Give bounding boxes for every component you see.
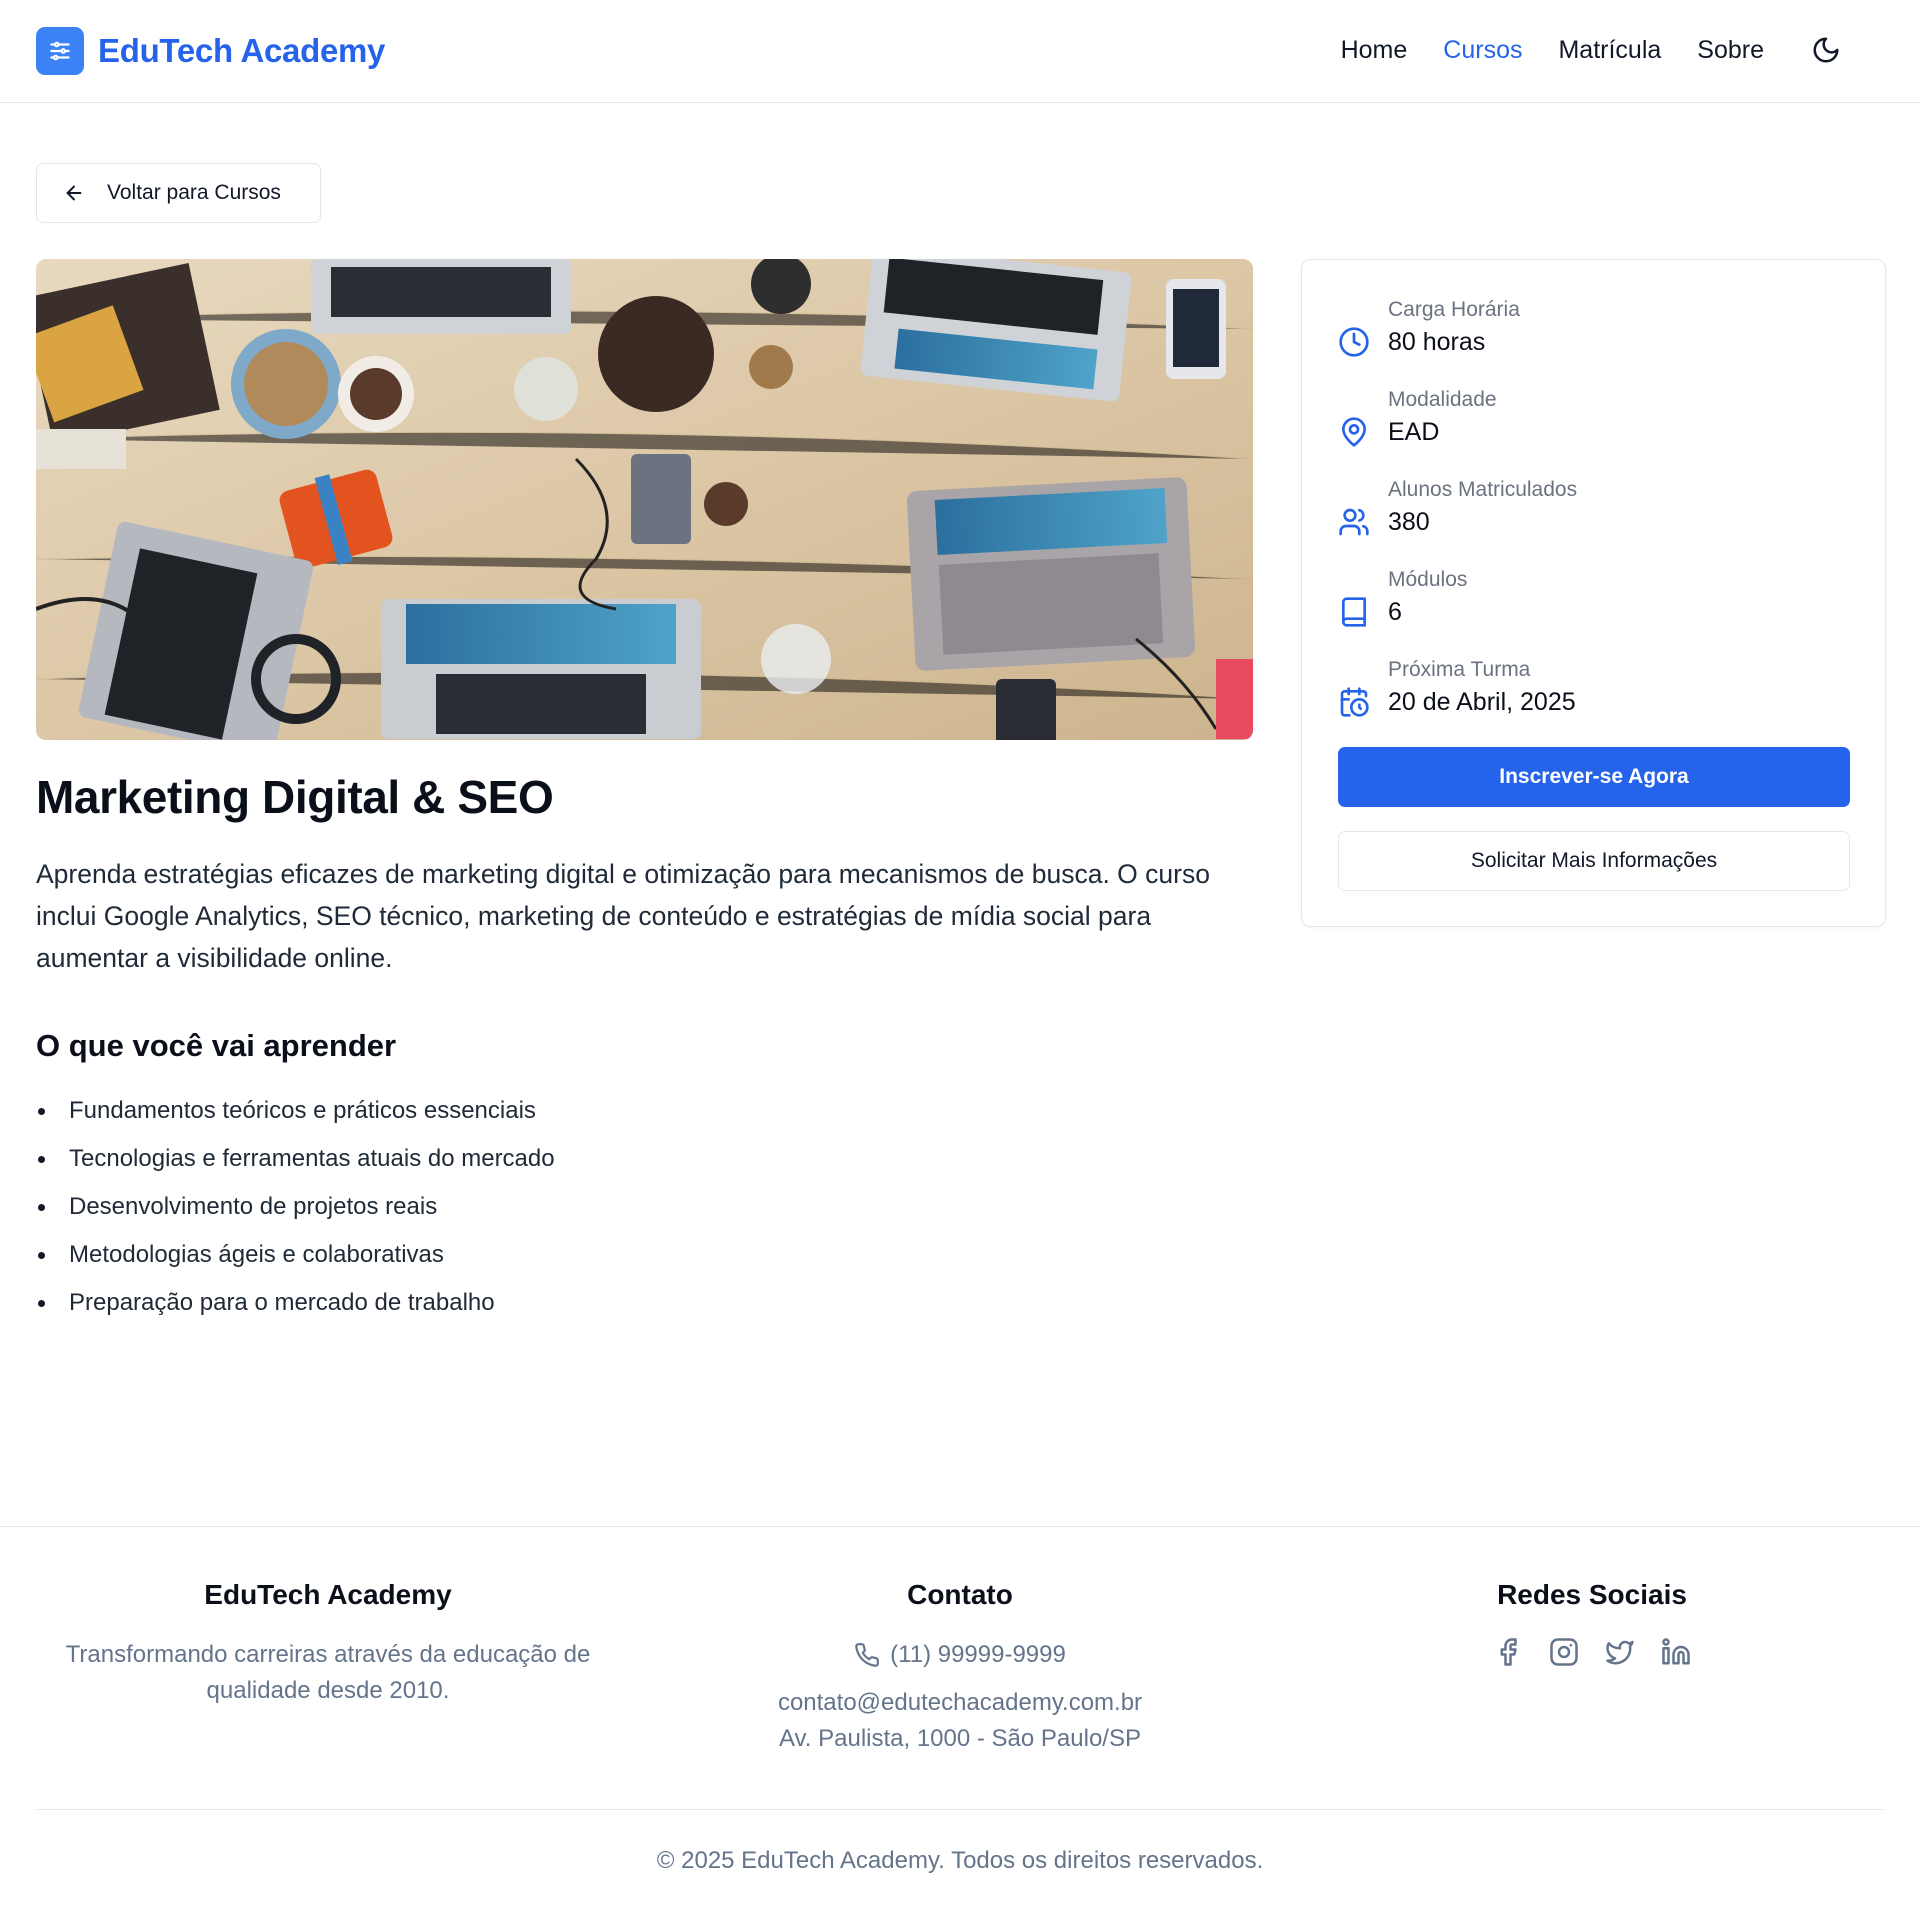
info-label: Modalidade	[1388, 388, 1497, 411]
footer-about-text: Transformando carreiras através da educa…	[65, 1641, 591, 1704]
footer-about: EduTech Academy Transformando carreiras …	[28, 1579, 628, 1709]
learn-item: Preparação para o mercado de trabalho	[36, 1281, 555, 1329]
logo[interactable]: EduTech Academy	[36, 27, 385, 75]
footer-address: Av. Paulista, 1000 - São Paulo/SP	[778, 1725, 1141, 1752]
footer-social: Redes Sociais	[1292, 1579, 1892, 1667]
moon-icon	[1813, 37, 1839, 63]
instagram-icon[interactable]	[1549, 1637, 1579, 1667]
main-nav: Home Cursos Matrícula Sobre	[1305, 28, 1848, 72]
logo-text: EduTech Academy	[98, 32, 386, 69]
map-pin-icon	[1342, 417, 1366, 447]
learn-item: Desenvolvimento de projetos reais	[36, 1185, 555, 1233]
request-info-button[interactable]: Solicitar Mais Informações	[1338, 831, 1850, 891]
book-icon	[1342, 597, 1366, 627]
nav-sobre[interactable]: Sobre	[1697, 28, 1764, 72]
footer-phone[interactable]: (11) 99999-9999	[660, 1637, 1260, 1673]
nav-matricula[interactable]: Matrícula	[1558, 28, 1661, 72]
footer-about-title: EduTech Academy	[204, 1579, 452, 1610]
learn-item: Tecnologias e ferramentas atuais do merc…	[36, 1137, 555, 1185]
learn-item: Metodologias ágeis e colaborativas	[36, 1233, 555, 1281]
users-icon	[1339, 508, 1369, 536]
footer-contact: Contato (11) 99999-9999 contato@edutecha…	[660, 1579, 1260, 1757]
back-to-courses-button[interactable]: Voltar para Cursos	[36, 163, 321, 223]
info-students: Alunos Matriculados 380	[1338, 478, 1838, 558]
nav-home[interactable]: Home	[1341, 28, 1408, 72]
back-button-label: Voltar para Cursos	[107, 181, 281, 204]
facebook-icon[interactable]	[1493, 1637, 1523, 1667]
theme-toggle-button[interactable]	[1804, 28, 1848, 72]
info-value: 80 horas	[1388, 328, 1486, 356]
clock-icon	[1339, 327, 1369, 357]
twitter-icon[interactable]	[1605, 1637, 1635, 1667]
footer-divider	[36, 1809, 1884, 1810]
logo-icon	[36, 27, 84, 75]
footer-contact-title: Contato	[907, 1579, 1013, 1610]
info-workload: Carga Horária 80 horas	[1338, 298, 1838, 378]
site-header: EduTech Academy Home Cursos Matrícula So…	[0, 0, 1920, 103]
info-value: 6	[1388, 598, 1402, 626]
social-links	[1292, 1637, 1892, 1667]
info-value: 380	[1388, 508, 1430, 536]
info-next-class: Próxima Turma 20 de Abril, 2025	[1338, 658, 1838, 738]
info-label: Carga Horária	[1388, 298, 1520, 321]
course-info-card: Carga Horária 80 horas Modalidade EAD Al…	[1301, 259, 1886, 927]
info-modality: Modalidade EAD	[1338, 388, 1838, 468]
footer-email[interactable]: contato@edutechacademy.com.br	[660, 1685, 1260, 1721]
site-footer: EduTech Academy Transformando carreiras …	[0, 1526, 1920, 1929]
info-modules: Módulos 6	[1338, 568, 1838, 648]
course-hero-image	[36, 259, 1253, 740]
phone-icon	[855, 1643, 880, 1667]
footer-phone-text: (11) 99999-9999	[890, 1641, 1066, 1668]
info-label: Módulos	[1388, 568, 1468, 591]
calendar-clock-icon	[1340, 687, 1369, 717]
info-label: Próxima Turma	[1388, 658, 1531, 681]
info-value: EAD	[1388, 418, 1440, 446]
info-value: 20 de Abril, 2025	[1388, 688, 1576, 716]
footer-social-title: Redes Sociais	[1497, 1579, 1687, 1610]
enroll-now-button[interactable]: Inscrever-se Agora	[1338, 747, 1850, 807]
info-label: Alunos Matriculados	[1388, 478, 1578, 501]
learn-item: Fundamentos teóricos e práticos essencia…	[36, 1089, 555, 1137]
course-title: Marketing Digital & SEO	[36, 771, 554, 823]
copyright-text: © 2025 EduTech Academy. Todos os direito…	[656, 1847, 1264, 1874]
arrow-left-icon	[66, 185, 82, 201]
learn-section-title: O que você vai aprender	[36, 1028, 397, 1063]
learn-list: Fundamentos teóricos e práticos essencia…	[36, 1089, 555, 1329]
course-description: Aprenda estratégias eficazes de marketin…	[36, 859, 1210, 973]
nav-cursos[interactable]: Cursos	[1443, 28, 1522, 72]
linkedin-icon[interactable]	[1661, 1637, 1691, 1667]
